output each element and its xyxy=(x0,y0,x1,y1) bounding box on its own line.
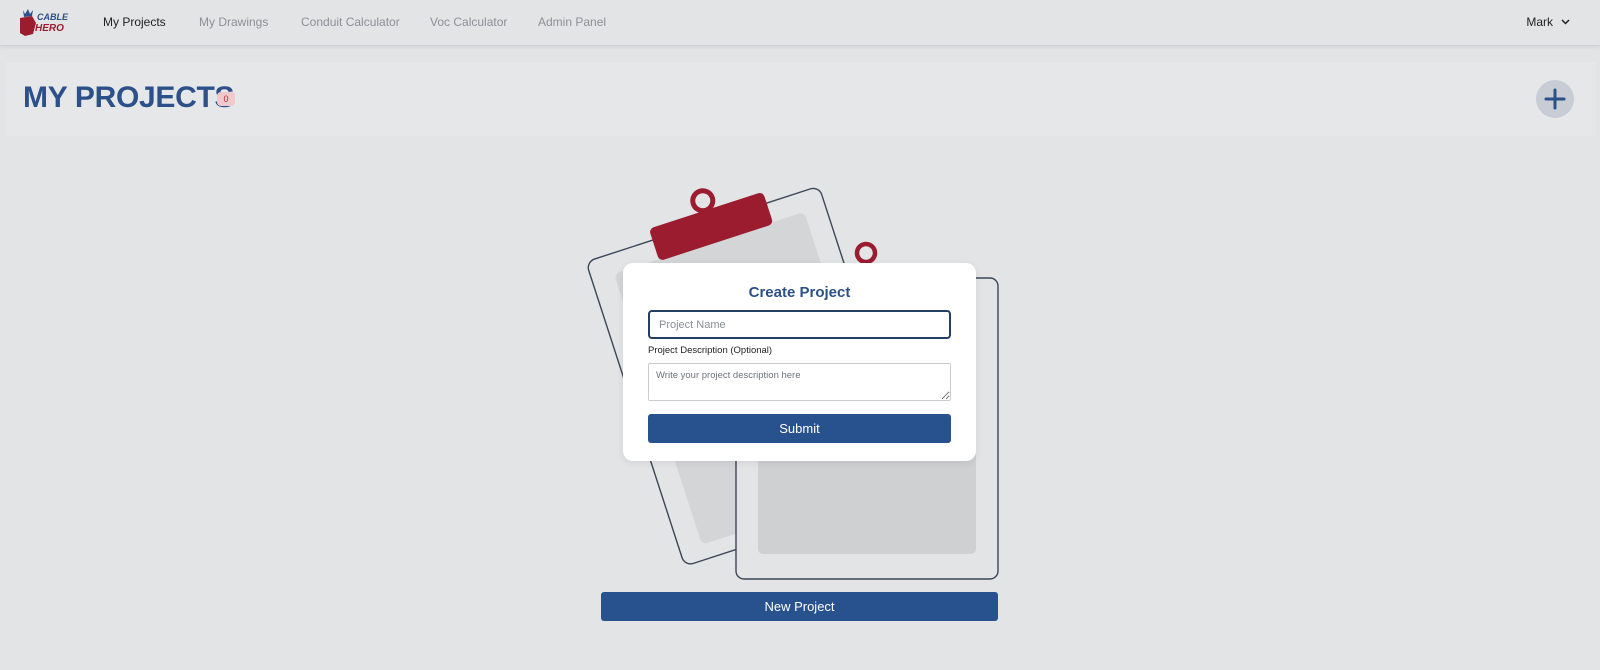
cable-hero-logo[interactable]: CABLE HERO xyxy=(18,7,70,37)
page-title: MY PROJECTS xyxy=(23,81,235,114)
nav-admin-panel[interactable]: Admin Panel xyxy=(538,14,606,30)
nav-my-projects[interactable]: My Projects xyxy=(103,14,166,30)
add-project-button[interactable] xyxy=(1536,80,1574,118)
project-name-input[interactable] xyxy=(648,310,951,339)
nav-my-drawings[interactable]: My Drawings xyxy=(199,14,268,30)
project-description-label: Project Description (Optional) xyxy=(648,345,773,356)
chevron-down-icon xyxy=(1561,19,1570,25)
nav-voc-calculator[interactable]: Voc Calculator xyxy=(430,14,507,30)
nav-conduit-calculator[interactable]: Conduit Calculator xyxy=(301,14,400,30)
top-navbar: CABLE HERO My Projects My Drawings Condu… xyxy=(0,0,1600,46)
submit-button[interactable]: Submit xyxy=(648,414,951,443)
create-project-modal: Create Project Project Description (Opti… xyxy=(623,263,976,461)
logo-text-hero: HERO xyxy=(35,23,64,34)
modal-title: Create Project xyxy=(748,284,851,301)
page-header: MY PROJECTS 0 xyxy=(6,62,1596,136)
user-menu[interactable]: Mark xyxy=(1526,14,1570,30)
user-name: Mark xyxy=(1526,15,1553,29)
project-count-badge: 0 xyxy=(217,92,235,106)
new-project-button[interactable]: New Project xyxy=(601,592,998,621)
logo-text-cable: CABLE xyxy=(37,12,69,22)
plus-icon xyxy=(1544,88,1566,110)
project-description-textarea[interactable] xyxy=(648,363,951,401)
